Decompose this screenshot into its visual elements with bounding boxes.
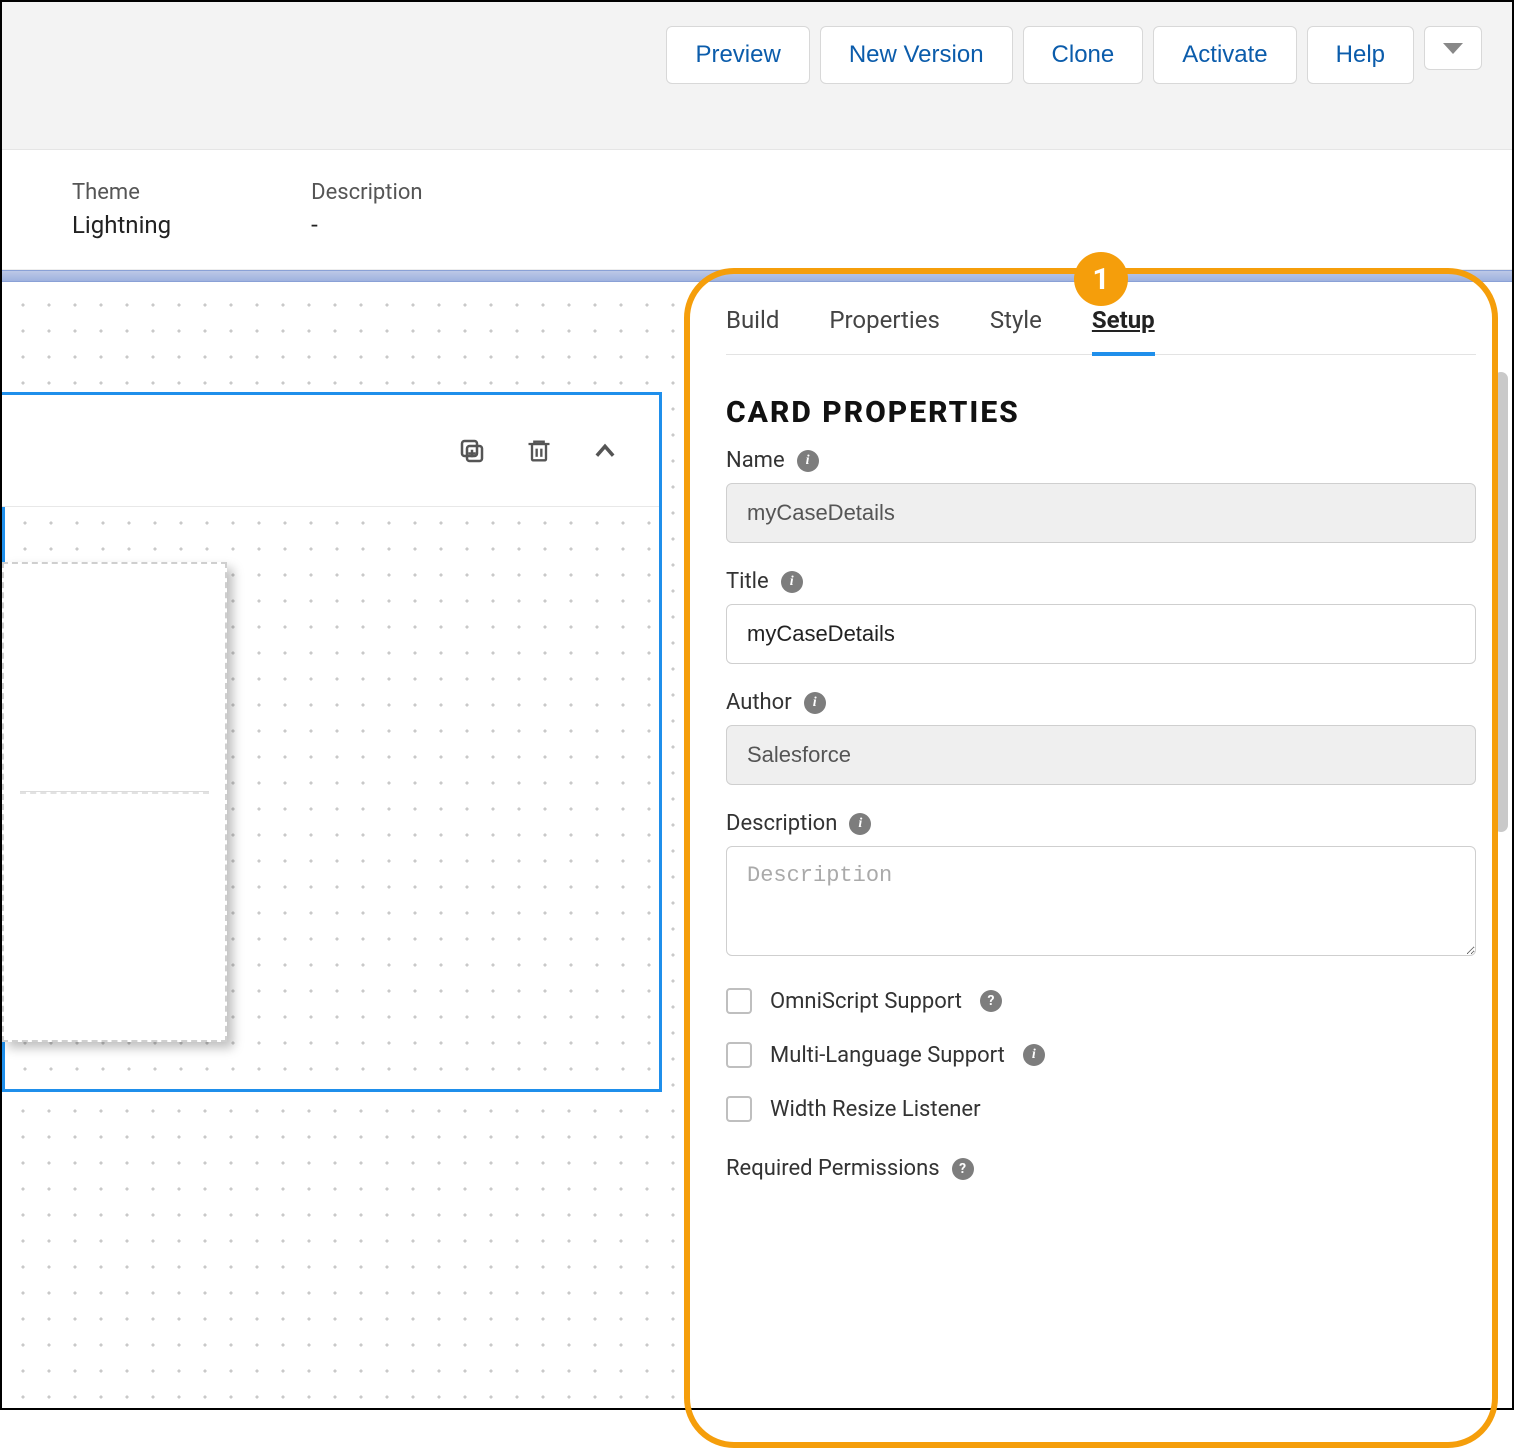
info-icon[interactable]: i: [804, 692, 826, 714]
title-input[interactable]: [726, 604, 1476, 664]
theme-value: Lightning: [72, 211, 171, 239]
help-button[interactable]: Help: [1307, 26, 1414, 84]
info-icon[interactable]: i: [849, 813, 871, 835]
widthresize-row: Width Resize Listener: [726, 1096, 1476, 1122]
meta-row: Theme Lightning Description -: [2, 150, 1512, 270]
description-group: Description i: [726, 811, 1476, 960]
omniscript-checkbox[interactable]: [726, 988, 752, 1014]
name-label: Name: [726, 448, 785, 473]
omniscript-row: OmniScript Support ?: [726, 988, 1476, 1014]
callout-badge: 1: [1074, 252, 1128, 306]
properties-panel: Build Properties Style Setup CARD PROPER…: [690, 282, 1512, 1408]
description-label: Description: [311, 180, 422, 205]
author-label: Author: [726, 690, 792, 715]
chevron-down-icon: [1443, 41, 1463, 55]
widthresize-checkbox[interactable]: [726, 1096, 752, 1122]
tab-setup[interactable]: Setup: [1092, 306, 1155, 356]
description-value: -: [311, 211, 422, 239]
component-header: [2, 395, 659, 507]
preview-button[interactable]: Preview: [666, 26, 809, 84]
title-label: Title: [726, 569, 769, 594]
divider: [2, 270, 1512, 282]
more-menu-button[interactable]: [1424, 26, 1482, 70]
info-icon[interactable]: i: [781, 571, 803, 593]
nested-card[interactable]: [2, 562, 227, 1042]
description-block: Description -: [311, 180, 422, 239]
theme-block: Theme Lightning: [72, 180, 171, 239]
theme-label: Theme: [72, 180, 171, 205]
nested-card-section: [20, 592, 209, 792]
name-group: Name i: [726, 448, 1476, 543]
info-icon[interactable]: i: [1023, 1044, 1045, 1066]
description-label: Description: [726, 811, 837, 836]
multilang-checkbox[interactable]: [726, 1042, 752, 1068]
tab-properties[interactable]: Properties: [829, 306, 939, 354]
author-group: Author i: [726, 690, 1476, 785]
tab-build[interactable]: Build: [726, 306, 779, 354]
info-icon[interactable]: i: [797, 450, 819, 472]
author-input: [726, 725, 1476, 785]
clone-icon[interactable]: [457, 436, 487, 466]
canvas-area[interactable]: [2, 282, 690, 1408]
activate-button[interactable]: Activate: [1153, 26, 1296, 84]
required-perms-group: Required Permissions ?: [726, 1156, 1476, 1181]
widthresize-label: Width Resize Listener: [770, 1097, 981, 1122]
trash-icon[interactable]: [525, 436, 553, 466]
multilang-label: Multi-Language Support: [770, 1043, 1005, 1068]
tab-style[interactable]: Style: [990, 306, 1042, 354]
section-title: CARD PROPERTIES: [726, 395, 1476, 430]
multilang-row: Multi-Language Support i: [726, 1042, 1476, 1068]
omniscript-label: OmniScript Support: [770, 989, 962, 1014]
new-version-button[interactable]: New Version: [820, 26, 1013, 84]
chevron-up-icon[interactable]: [591, 437, 619, 465]
name-input: [726, 483, 1476, 543]
properties-panel-wrap: 1 Build Properties Style Setup CARD PROP…: [690, 282, 1512, 1408]
main-split: 1 Build Properties Style Setup CARD PROP…: [2, 282, 1512, 1408]
scrollbar[interactable]: [1494, 372, 1508, 832]
title-group: Title i: [726, 569, 1476, 664]
required-perms-label: Required Permissions: [726, 1156, 940, 1181]
clone-button[interactable]: Clone: [1023, 26, 1144, 84]
description-textarea[interactable]: [726, 846, 1476, 956]
help-icon[interactable]: ?: [980, 990, 1002, 1012]
help-icon[interactable]: ?: [952, 1158, 974, 1180]
top-toolbar: Preview New Version Clone Activate Help: [2, 2, 1512, 150]
